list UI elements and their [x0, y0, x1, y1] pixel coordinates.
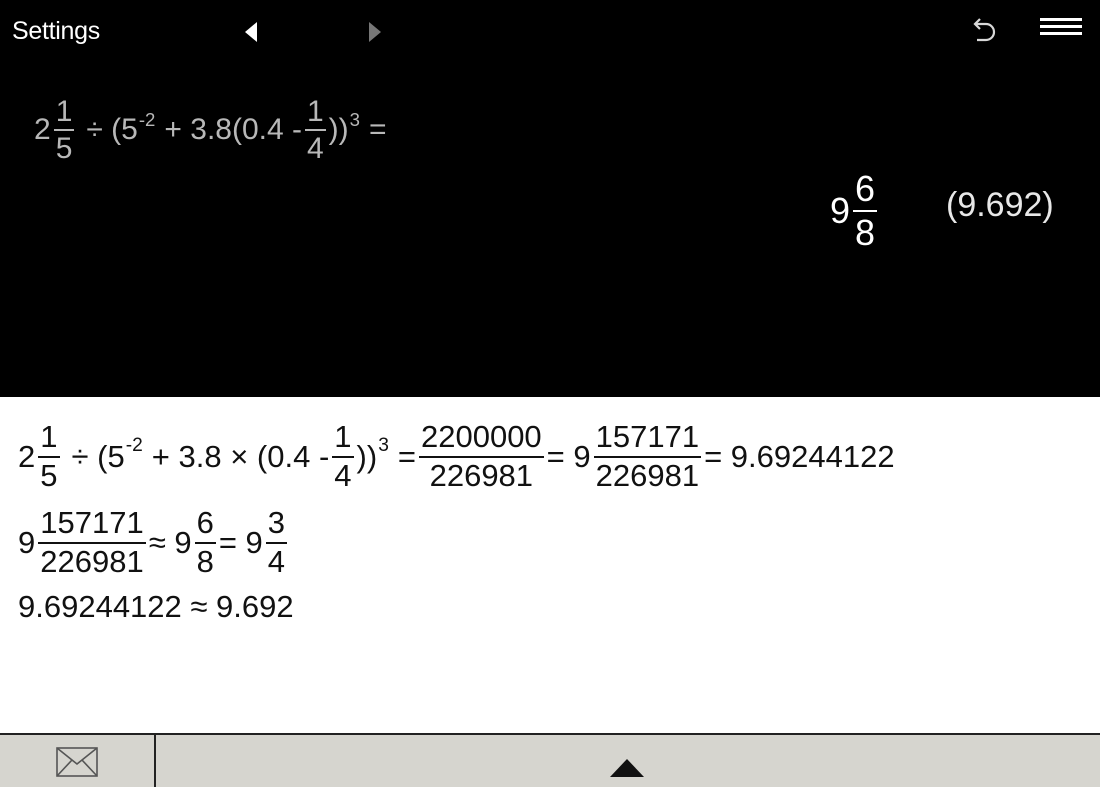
share-email-button[interactable] [0, 735, 156, 787]
numerator: 1 [55, 94, 73, 128]
expression-part: = 9 [218, 525, 263, 560]
settings-button[interactable]: Settings [12, 17, 100, 46]
expression-part: + 3.8(0.4 - [164, 113, 302, 146]
numerator: 6 [855, 168, 876, 210]
calculator-display: Settings 2 1 5 ÷ (5 -2 + 3.8(0.4 - 1 4)… [0, 0, 1100, 397]
top-toolbar: Settings [0, 0, 1100, 64]
fraction: 6 8 [194, 505, 216, 579]
history-line: 9 157171 226981 ≈ 9 6 8 = 9 3 4 [18, 503, 290, 583]
denominator: 226981 [429, 458, 534, 493]
denominator: 226981 [40, 544, 144, 579]
numerator: 1 [40, 419, 58, 455]
exponent: 3 [378, 435, 389, 457]
menu-button[interactable] [1038, 18, 1084, 40]
expression-part: + 3.8 × (0.4 - [151, 439, 330, 474]
exponent: -2 [125, 435, 143, 457]
fraction: 3 4 [265, 505, 288, 579]
fraction: 157171 226981 [593, 419, 702, 493]
denominator: 8 [855, 212, 876, 253]
denominator: 5 [55, 132, 73, 165]
denominator: 4 [306, 132, 324, 165]
numerator: 3 [267, 505, 286, 541]
fraction-bar [53, 129, 75, 131]
fraction: 2200000 226981 [418, 419, 544, 493]
hamburger-menu-icon [1040, 18, 1082, 21]
next-button[interactable] [362, 20, 386, 44]
hamburger-menu-icon [1040, 32, 1082, 35]
previous-button[interactable] [240, 20, 264, 44]
expression-part: )) [328, 113, 349, 146]
envelope-icon [56, 747, 98, 777]
mixed-whole: 9 [18, 525, 36, 560]
undo-icon [973, 18, 996, 42]
numerator: 1 [306, 94, 324, 128]
numerator: 6 [196, 505, 214, 541]
equals-sign: = [397, 439, 416, 474]
history-line: 2 1 5 ÷ (5 -2 + 3.8 × (0.4 - 1 4 )) 3 = 22… [18, 417, 895, 497]
fraction: 1 4 [304, 94, 326, 165]
bottom-toolbar [0, 733, 1100, 787]
fraction: 1 5 [38, 419, 60, 493]
triangle-right-icon [369, 22, 381, 42]
expression-part: )) [356, 439, 378, 474]
mixed-whole: 2 [34, 113, 51, 146]
numerator: 157171 [40, 505, 144, 541]
equals-sign: = [369, 113, 387, 146]
mixed-whole: 2 [18, 439, 36, 474]
hamburger-menu-icon [1040, 25, 1082, 28]
result-whole: 9 [830, 190, 851, 231]
expression-part: ≈ 9 [148, 525, 192, 560]
expression-part: ÷ (5 [86, 113, 138, 146]
numerator: 1 [334, 419, 352, 455]
denominator: 8 [196, 544, 214, 579]
exponent: 3 [349, 108, 360, 130]
fraction: 1 4 [332, 419, 354, 493]
fraction: 6 8 [853, 168, 878, 253]
fraction: 157171 226981 [38, 505, 146, 579]
denominator: 5 [40, 458, 58, 493]
exponent: -2 [138, 108, 156, 130]
numerator: 2200000 [420, 419, 542, 455]
history-line: 9.69244122 ≈ 9.692 [18, 587, 294, 627]
expression-part: = 9 [546, 439, 591, 474]
numerator: 157171 [595, 419, 700, 455]
expression-part: ÷ (5 [71, 439, 125, 474]
expression-part: = 9.69244122 [704, 439, 895, 474]
result-fraction: 9 6 8 [830, 168, 880, 254]
fraction-bar [304, 129, 326, 131]
denominator: 226981 [595, 458, 700, 493]
undo-button[interactable] [966, 15, 1000, 49]
expand-keypad-button[interactable] [608, 755, 646, 779]
triangle-up-icon [610, 759, 644, 777]
denominator: 4 [334, 458, 352, 493]
denominator: 4 [267, 544, 286, 579]
triangle-left-icon [245, 22, 257, 42]
expression-part: 9.69244122 ≈ 9.692 [18, 589, 294, 624]
result-decimal: (9.692) [946, 186, 1054, 224]
calculation-history: 2 1 5 ÷ (5 -2 + 3.8 × (0.4 - 1 4 )) 3 = 22… [0, 397, 1100, 733]
fraction: 1 5 [53, 94, 75, 165]
current-expression: 2 1 5 ÷ (5 -2 + 3.8(0.4 - 1 4 )) 3 = [34, 94, 387, 165]
